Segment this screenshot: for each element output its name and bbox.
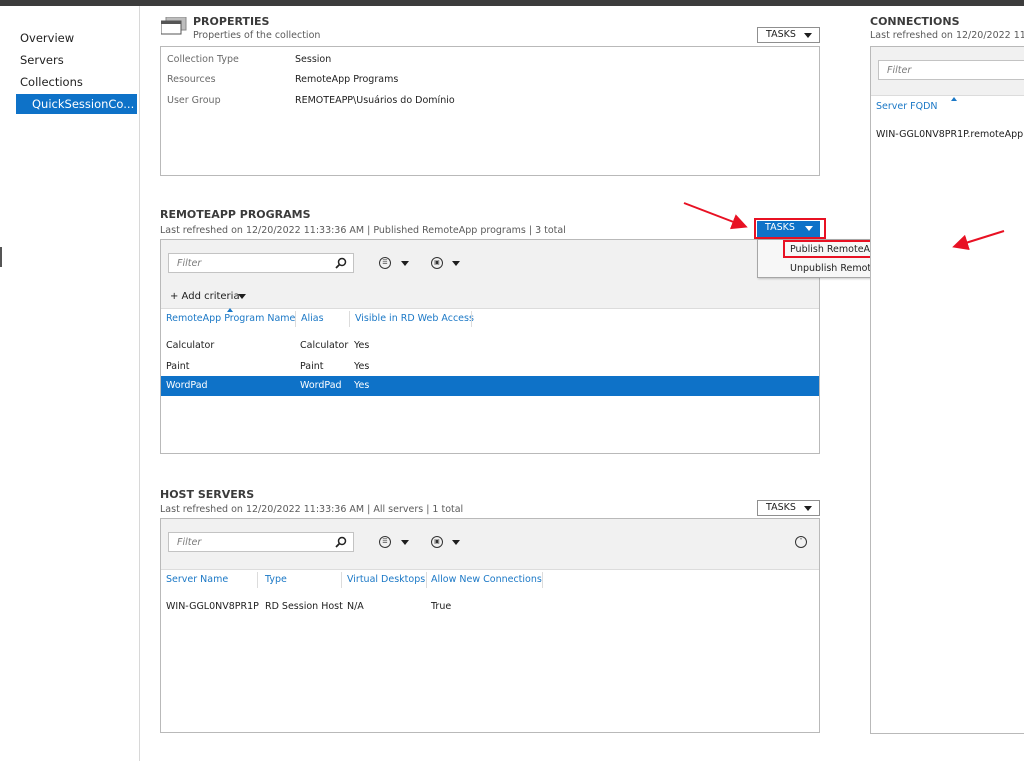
host-servers-filter-input[interactable]: Filter: [168, 532, 354, 552]
chevron-down-icon[interactable]: [401, 540, 409, 545]
prop-value-resources: RemoteApp Programs: [295, 74, 399, 85]
nav-item-quicksession-collection[interactable]: QuickSessionCo...: [16, 94, 137, 114]
header-divider: [871, 95, 1024, 96]
connections-panel: Filter Server FQDN WIN-GGL0NV8PR1P.remot…: [870, 46, 1024, 734]
properties-tasks-label: TASKS: [766, 29, 796, 40]
search-icon[interactable]: [335, 536, 347, 548]
save-query-icon[interactable]: ▣: [431, 536, 443, 548]
save-query-icon[interactable]: ▣: [431, 257, 443, 269]
cell-alias: WordPad: [300, 380, 342, 391]
column-separator: [295, 311, 296, 327]
window-edge-marker: [0, 247, 2, 267]
add-criteria-label: + Add criteria: [170, 291, 240, 302]
host-servers-subtitle: Last refreshed on 12/20/2022 11:33:36 AM…: [160, 504, 464, 515]
prop-label-user-group: User Group: [167, 95, 221, 106]
properties-subtitle: Properties of the collection: [193, 30, 321, 41]
remoteapp-panel: Filter ☰ ▣ + Add criteria RemoteApp Prog…: [160, 239, 820, 454]
window-top-bar: [0, 0, 1024, 6]
properties-title: PROPERTIES: [193, 15, 270, 28]
column-header-program-name[interactable]: RemoteApp Program Name: [166, 313, 295, 324]
cell-type: RD Session Host: [265, 601, 343, 612]
column-header-virtual-desktops[interactable]: Virtual Desktops: [347, 574, 425, 585]
host-servers-tasks-button[interactable]: TASKS: [757, 500, 820, 516]
cell-allow-new-connections: True: [431, 601, 452, 612]
properties-panel: Collection Type Session Resources Remote…: [160, 46, 820, 176]
add-criteria-button[interactable]: + Add criteria: [170, 291, 240, 302]
chevron-down-icon[interactable]: [452, 540, 460, 545]
properties-icon: [160, 16, 187, 38]
connections-title: CONNECTIONS: [870, 15, 960, 28]
prop-label-resources: Resources: [167, 74, 216, 85]
tasks-highlight-box: [754, 218, 826, 239]
connections-filter-input[interactable]: Filter: [878, 60, 1024, 80]
column-header-server-name[interactable]: Server Name: [166, 574, 228, 585]
header-divider: [161, 569, 819, 570]
chevron-down-icon[interactable]: [452, 261, 460, 266]
column-separator: [257, 572, 258, 588]
column-header-alias[interactable]: Alias: [301, 313, 324, 324]
cell-program-name: WordPad: [166, 380, 208, 391]
cell-server-fqdn: WIN-GGL0NV8PR1P.remoteApp.t: [876, 129, 1024, 140]
nav-item-overview[interactable]: Overview: [20, 31, 74, 45]
column-header-visible-rd-web[interactable]: Visible in RD Web Access: [355, 313, 474, 324]
filter-placeholder: Filter: [177, 258, 202, 269]
chevron-down-icon[interactable]: [401, 261, 409, 266]
prop-value-user-group: REMOTEAPP\Usuários do Domínio: [295, 95, 455, 106]
remoteapp-subtitle: Last refreshed on 12/20/2022 11:33:36 AM…: [160, 225, 566, 236]
list-view-icon[interactable]: ☰: [379, 536, 391, 548]
filter-placeholder: Filter: [887, 65, 912, 76]
sort-ascending-icon: [227, 308, 233, 312]
chevron-down-icon: [804, 506, 812, 511]
prop-value-collection-type: Session: [295, 54, 332, 65]
cell-program-name: Paint: [166, 361, 190, 372]
chevron-down-icon: [804, 33, 812, 38]
column-header-allow-new-connections[interactable]: Allow New Connections: [431, 574, 542, 585]
nav-item-servers[interactable]: Servers: [20, 53, 64, 67]
cell-alias: Calculator: [300, 340, 349, 351]
red-arrow-to-tasks: [683, 202, 748, 230]
table-row-selected[interactable]: WordPad WordPad Yes: [161, 376, 819, 396]
column-separator: [341, 572, 342, 588]
cell-virtual-desktops: N/A: [347, 601, 364, 612]
nav-item-collections[interactable]: Collections: [20, 75, 83, 89]
cell-visible: Yes: [354, 361, 370, 372]
host-servers-title: HOST SERVERS: [160, 488, 255, 501]
cell-alias: Paint: [300, 361, 324, 372]
cell-visible: Yes: [354, 380, 370, 391]
search-icon[interactable]: [335, 257, 347, 269]
host-servers-panel: Filter ☰ ▣ ˅ Server Name Type Virtual De…: [160, 518, 820, 733]
column-separator: [426, 572, 427, 588]
list-view-icon[interactable]: ☰: [379, 257, 391, 269]
prop-label-collection-type: Collection Type: [167, 54, 239, 65]
cell-program-name: Calculator: [166, 340, 215, 351]
host-servers-tasks-label: TASKS: [766, 502, 796, 513]
remoteapp-filter-input[interactable]: Filter: [168, 253, 354, 273]
properties-tasks-button[interactable]: TASKS: [757, 27, 820, 43]
expand-icon[interactable]: ˅: [795, 536, 807, 548]
filter-placeholder: Filter: [177, 537, 202, 548]
column-separator: [542, 572, 543, 588]
column-header-server-fqdn[interactable]: Server FQDN: [876, 101, 938, 112]
remoteapp-filter-bar: [161, 240, 819, 308]
column-header-type[interactable]: Type: [265, 574, 287, 585]
connections-subtitle: Last refreshed on 12/20/2022 11:5: [870, 30, 1024, 41]
chevron-down-icon[interactable]: [238, 294, 246, 299]
cell-visible: Yes: [354, 340, 370, 351]
left-navigation: Overview Servers Collections QuickSessio…: [0, 6, 140, 761]
remoteapp-title: REMOTEAPP PROGRAMS: [160, 208, 311, 221]
header-divider: [161, 308, 819, 309]
cell-server-name: WIN-GGL0NV8PR1P: [166, 601, 259, 612]
sort-ascending-icon: [951, 97, 957, 101]
column-separator: [349, 311, 350, 327]
column-separator: [471, 311, 472, 327]
